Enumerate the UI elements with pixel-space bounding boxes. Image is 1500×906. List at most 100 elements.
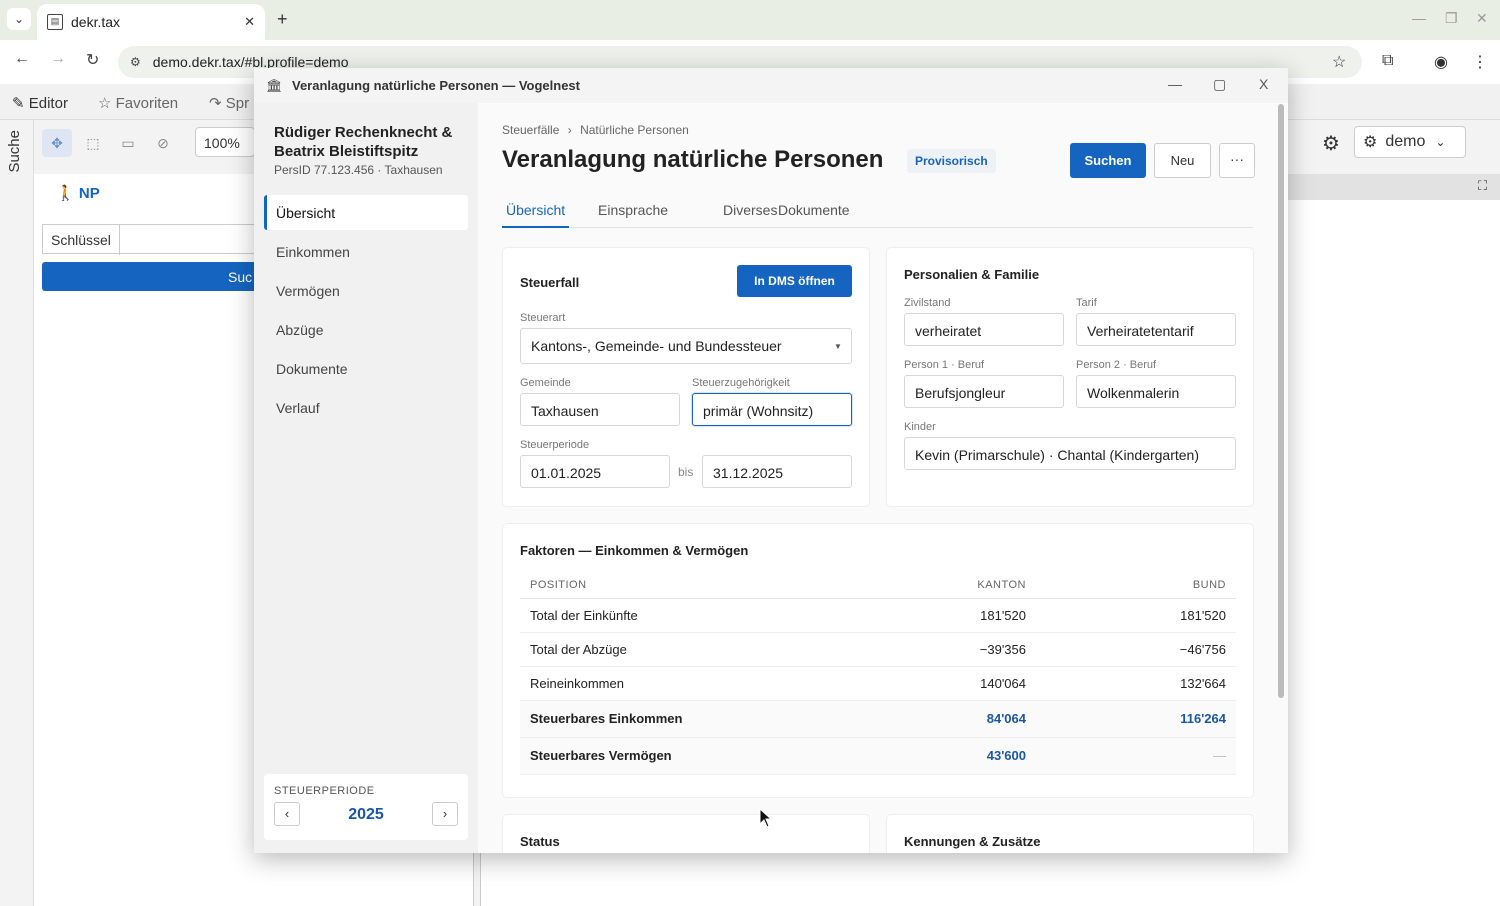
periode-to-field[interactable]: 31.12.2025 [702,455,852,488]
position-cell: Steuerbares Vermögen [520,737,836,775]
bis-label: bis [678,465,694,479]
tab-diverses[interactable]: Diverses [723,202,777,218]
open-dms-button[interactable]: In DMS öffnen [737,265,852,297]
bund-cell: — [1036,737,1236,775]
breadcrumb-steuerfaelle[interactable]: Steuerfälle [502,123,559,137]
new-button[interactable]: Neu [1154,143,1211,178]
mouse-cursor-icon [759,808,773,828]
tarif-label: Tarif [1076,297,1097,309]
chevron-down-icon: ⌄ [1435,135,1446,149]
zugehoerigkeit-field[interactable]: primär (Wohnsitz) [692,393,852,426]
bund-cell: 181'520 [1036,598,1236,633]
nav-item-vermoegen[interactable]: Vermögen [264,273,468,308]
kanton-cell: 181'520 [836,598,1036,633]
breadcrumb: Steuerfälle › Natürliche Personen [502,123,689,137]
breadcrumb-separator-icon: › [567,123,572,137]
periode-label: Steuerperiode [520,439,590,451]
bg-menu-editor-label: Editor [28,95,68,112]
page-title: Veranlagung natürliche Personen [502,146,884,173]
bg-search-button[interactable]: Suc [42,262,272,291]
bg-np-label: NP [78,185,100,202]
zivilstand-label: Zivilstand [904,297,951,309]
reload-icon[interactable]: ↻ [86,50,99,70]
faktoren-table: POSITION KANTON BUND Total der Einkünfte… [520,572,1236,775]
col-bund: BUND [1036,572,1236,599]
zugehoerigkeit-label: Steuerzugehörigkeit [692,377,790,389]
person1-beruf-field[interactable]: Berufsjongleur [904,375,1064,408]
user-menu[interactable]: ⚙ demo ⌄ [1354,126,1466,158]
nav-item-dokumente[interactable]: Dokumente [264,351,468,386]
bund-cell: −46'756 [1036,632,1236,667]
kanton-cell: 140'064 [836,666,1036,701]
faktoren-title: Faktoren — Einkommen & Vermögen [520,543,749,558]
nav-item-verlauf[interactable]: Verlauf [264,390,468,425]
user-name: demo [1385,133,1426,150]
comment-tool-icon[interactable]: ▭ [113,129,143,157]
back-icon[interactable]: ← [14,50,30,68]
dialog-scrollbar[interactable] [1278,104,1284,698]
window-restore-icon[interactable]: ❐ [1445,10,1458,27]
nav-item-uebersicht[interactable]: Übersicht [264,195,468,230]
tab-uebersicht[interactable]: Übersicht [502,202,570,228]
bg-suche-tab[interactable]: Suche [6,130,23,173]
settings-gear-icon[interactable]: ⚙ [1322,131,1340,156]
window-close-icon[interactable]: ✕ [1476,10,1488,27]
dialog-minimize-icon[interactable]: — [1168,76,1182,92]
kanton-cell: 43'600 [836,737,1036,775]
bg-menu-editor[interactable]: ✎ Editor [12,94,68,112]
bg-right-panel [1288,200,1500,906]
bg-schluessel-field[interactable]: Schlüssel [42,224,272,255]
search-button[interactable]: Suchen [1070,143,1146,178]
tarif-field[interactable]: Verheiratetentarif [1076,313,1236,346]
move-tool-icon[interactable]: ✥ [42,129,72,157]
kinder-label: Kinder [904,421,936,433]
table-row: Steuerbares Vermögen 43'600 — [520,737,1236,775]
select-tool-icon[interactable]: ⬚ [78,129,108,157]
bg-menu-spr[interactable]: ↷ Spr [209,94,249,112]
tab-search-menu-icon[interactable]: ⌄ [7,8,31,30]
period-label: STEUERPERIODE [274,785,375,797]
fullscreen-icon[interactable]: ⛶ [1478,178,1487,194]
zivilstand-field[interactable]: verheiratet [904,313,1064,346]
bg-menu-spr-label: Spr [225,95,250,112]
hide-tool-icon[interactable]: ⊘ [148,129,178,157]
window-minimize-icon[interactable]: — [1412,10,1426,26]
bg-menu-favoriten-label: Favoriten [115,95,179,112]
periode-from-field[interactable]: 01.01.2025 [520,455,670,488]
extensions-icon[interactable]: ⧉ [1382,52,1393,70]
zoom-input[interactable]: 100% [195,127,255,157]
more-options-button[interactable]: ··· [1219,143,1255,178]
tab-close-icon[interactable]: ✕ [244,14,255,30]
veranlagung-dialog: 🏛 Veranlagung natürliche Personen — Voge… [254,68,1288,853]
person-icon: 🚶 [56,185,75,202]
table-row: Total der Abzüge −39'356 −46'756 [520,632,1236,667]
gemeinde-field[interactable]: Taxhausen [520,393,680,426]
bookmark-star-icon[interactable]: ☆ [1332,52,1346,72]
tab-dokumente[interactable]: Dokumente [778,202,850,218]
dialog-maximize-icon[interactable]: ▢ [1213,76,1226,93]
bg-search-sidebar [0,120,34,906]
nav-item-einkommen[interactable]: Einkommen [264,234,468,269]
dialog-close-icon[interactable]: X [1259,76,1268,92]
bund-cell: 116'264 [1036,700,1236,738]
position-cell: Total der Einkünfte [520,598,836,633]
steuerart-select[interactable]: Kantons-, Gemeinde- und Bundessteuer [520,328,852,364]
tab-einsprache[interactable]: Einsprache [598,202,668,218]
kinder-field[interactable]: Kevin (Primarschule) · Chantal (Kinderga… [904,437,1236,470]
steuerart-label: Steuerart [520,312,566,324]
personalien-title: Personalien & Familie [904,267,1040,282]
browser-tab[interactable]: ▤ dekr.tax ✕ [37,4,265,40]
profile-icon[interactable]: ◉ [1434,52,1448,72]
site-info-icon[interactable]: ⚙ [130,55,141,69]
table-row: Steuerbares Einkommen 84'064 116'264 [520,700,1236,738]
person2-beruf-label: Person 2 · Beruf [1076,359,1157,371]
bg-canvas [480,852,1288,906]
nav-item-abzuege[interactable]: Abzüge [264,312,468,347]
period-next-button[interactable]: › [432,802,458,826]
new-tab-icon[interactable]: + [277,9,288,30]
browser-menu-icon[interactable]: ⋮ [1472,52,1488,72]
person2-beruf-field[interactable]: Wolkenmalerin [1076,375,1236,408]
period-selector: STEUERPERIODE ‹ 2025 › [264,774,468,840]
bg-menu-favoriten[interactable]: ☆ Favoriten [98,94,178,112]
forward-icon[interactable]: → [50,50,66,68]
